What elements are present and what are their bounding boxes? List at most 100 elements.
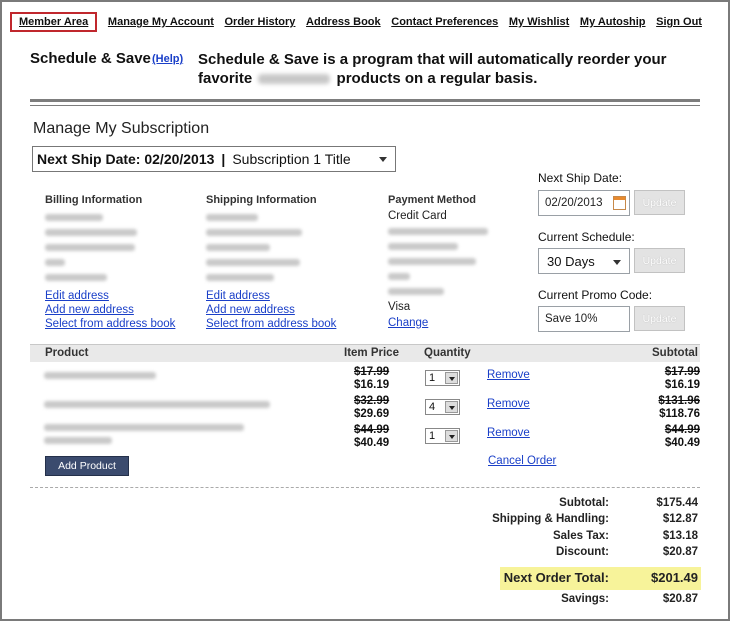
shipping-add-address-link[interactable]: Add new address: [206, 303, 346, 317]
chevron-down-icon: [445, 372, 458, 384]
schedule-select[interactable]: 30 Days: [538, 248, 630, 274]
header-subtotal: Subtotal: [652, 347, 698, 359]
remove-link[interactable]: Remove: [487, 427, 530, 439]
redacted-text: [258, 74, 331, 85]
nav-manage-account[interactable]: Manage My Account: [108, 13, 214, 31]
redacted-line: [206, 229, 302, 236]
top-nav: Member Area Manage My Account Order Hist…: [10, 12, 702, 32]
billing-add-address-link[interactable]: Add new address: [45, 303, 185, 317]
redacted-line: [45, 214, 103, 221]
redacted-line: [388, 288, 444, 295]
remove-link[interactable]: Remove: [487, 369, 530, 381]
sale-subtotal: $40.49: [664, 437, 700, 449]
shipping-heading: Shipping Information: [206, 194, 317, 206]
chevron-down-icon: [445, 401, 458, 413]
promo-label: Current Promo Code:: [538, 288, 653, 302]
redacted-line: [45, 244, 135, 251]
tax-label: Sales Tax:: [552, 530, 609, 542]
sale-subtotal: $118.76: [659, 408, 700, 420]
nav-autoship[interactable]: My Autoship: [580, 13, 646, 31]
table-row: $44.99 $40.49 1 Remove $44.99 $40.49: [30, 424, 700, 454]
tax-value: $13.18: [662, 530, 698, 542]
sale-subtotal: $16.19: [664, 379, 700, 391]
product-name-redacted: [44, 372, 156, 387]
page-title: Manage My Subscription: [33, 120, 210, 137]
row-subtotal: $17.99 $16.19: [665, 366, 700, 392]
calendar-icon[interactable]: [613, 196, 626, 210]
nav-address-book[interactable]: Address Book: [306, 13, 381, 31]
item-price: $32.99 $29.69: [354, 395, 389, 421]
update-ship-date-button[interactable]: Update: [634, 190, 685, 215]
shipping-select-address-link[interactable]: Select from address book: [206, 317, 346, 331]
shipping-edit-address-link[interactable]: Edit address: [206, 289, 346, 303]
chevron-down-icon: [613, 260, 621, 265]
payment-info: Payment Method Credit Card Visa Change: [388, 194, 518, 329]
table-row: $32.99 $29.69 4 Remove $131.96 $118.76: [30, 395, 700, 425]
row-subtotal: $44.99 $40.49: [665, 424, 700, 450]
cancel-order-link[interactable]: Cancel Order: [488, 455, 556, 467]
redacted-line: [206, 244, 270, 251]
redacted-line: [206, 274, 274, 281]
add-product-button[interactable]: Add Product: [45, 456, 129, 476]
shipping-value: $12.87: [662, 513, 698, 525]
select-ship-date: Next Ship Date: 02/20/2013: [37, 151, 215, 167]
product-name-redacted: [44, 424, 244, 452]
nav-wishlist[interactable]: My Wishlist: [509, 13, 569, 31]
sale-price: $29.69: [354, 408, 390, 420]
update-schedule-button[interactable]: Update: [634, 248, 685, 273]
change-payment-link[interactable]: Change: [388, 317, 518, 329]
shipping-label: Shipping & Handling:: [492, 513, 609, 525]
subtotal-value: $175.44: [656, 497, 698, 509]
redacted-line: [388, 258, 476, 265]
program-label: Schedule & Save: [30, 50, 151, 67]
schedule-label: Current Schedule:: [538, 230, 635, 244]
item-price: $44.99 $40.49: [354, 424, 389, 450]
quantity-value: 1: [429, 430, 436, 442]
chevron-down-icon: [445, 430, 458, 442]
next-ship-date-value: 02/20/2013: [545, 197, 603, 209]
original-subtotal: $17.99: [664, 366, 700, 378]
quantity-select[interactable]: 1: [425, 370, 460, 386]
nav-contact-preferences[interactable]: Contact Preferences: [391, 13, 498, 31]
header-product: Product: [45, 347, 89, 359]
billing-heading: Billing Information: [45, 194, 143, 206]
redacted-line: [388, 243, 458, 250]
redacted-line: [206, 214, 258, 221]
nav-sign-out[interactable]: Sign Out: [656, 13, 702, 31]
row-subtotal: $131.96 $118.76: [658, 395, 700, 421]
nav-order-history[interactable]: Order History: [225, 13, 296, 31]
original-subtotal: $44.99: [664, 424, 700, 436]
table-row: $17.99 $16.19 1 Remove $17.99 $16.19: [30, 366, 700, 396]
redacted-line: [45, 274, 107, 281]
help-link[interactable]: (Help): [152, 53, 183, 65]
redacted-line: [388, 228, 488, 235]
item-price: $17.99 $16.19: [354, 366, 389, 392]
redacted-line: [388, 273, 410, 280]
shipping-info: Shipping Information Edit address Add ne…: [206, 194, 346, 331]
header-item-price: Item Price: [344, 347, 399, 359]
select-subscription-title: Subscription 1 Title: [232, 151, 351, 167]
savings-label: Savings:: [561, 593, 609, 605]
original-subtotal: $131.96: [658, 395, 700, 407]
redacted-line: [45, 229, 137, 236]
subtotal-label: Subtotal:: [559, 497, 609, 509]
discount-value: $20.87: [662, 546, 698, 558]
quantity-select[interactable]: 1: [425, 428, 460, 444]
billing-edit-address-link[interactable]: Edit address: [45, 289, 185, 303]
original-price: $32.99: [354, 395, 390, 407]
select-separator: |: [221, 151, 226, 167]
nav-member-area[interactable]: Member Area: [10, 12, 98, 32]
remove-link[interactable]: Remove: [487, 398, 530, 410]
sale-price: $40.49: [354, 437, 390, 449]
description-text-end: products on a regular basis.: [336, 70, 538, 87]
subscription-select[interactable]: Next Ship Date: 02/20/2013 | Subscriptio…: [32, 146, 396, 172]
original-price: $44.99: [354, 424, 390, 436]
quantity-select[interactable]: 4: [425, 399, 460, 415]
promo-code-input[interactable]: Save 10%: [538, 306, 630, 332]
product-table-header: Product Item Price Quantity Subtotal: [30, 344, 700, 362]
redacted-line: [206, 259, 300, 266]
billing-select-address-link[interactable]: Select from address book: [45, 317, 185, 331]
next-ship-date-input[interactable]: 02/20/2013: [538, 190, 630, 216]
discount-label: Discount:: [555, 546, 609, 558]
update-promo-button[interactable]: Update: [634, 306, 685, 331]
